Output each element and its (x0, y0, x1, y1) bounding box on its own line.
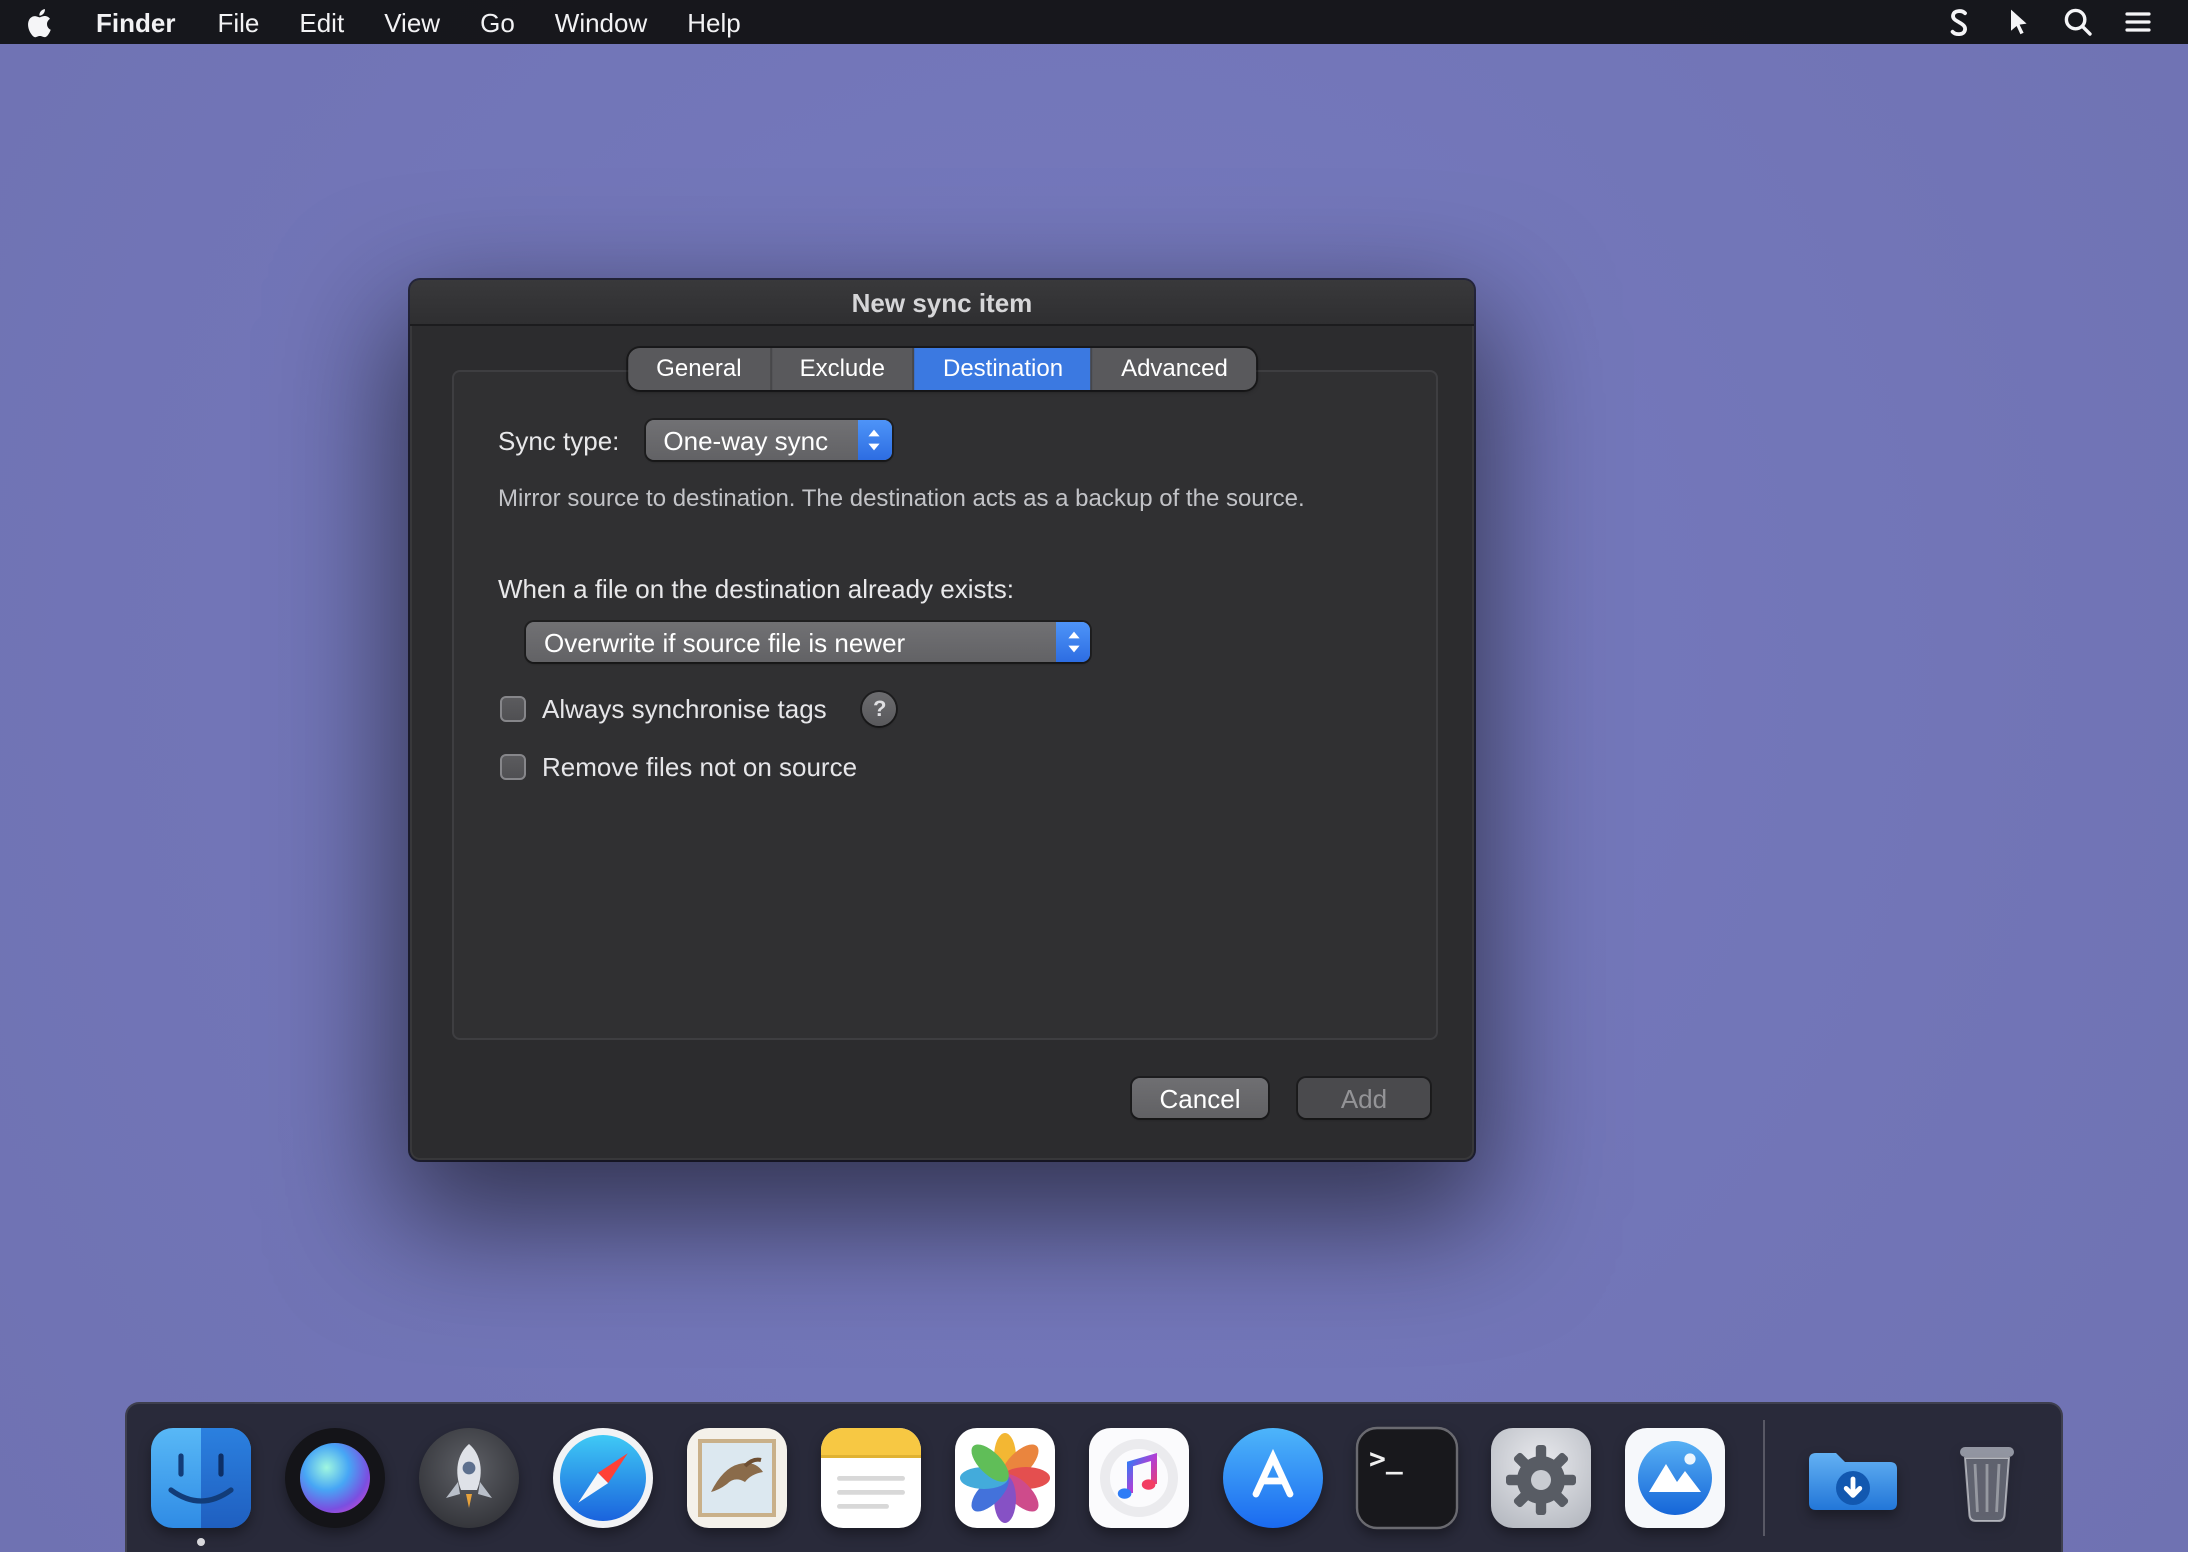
dock-system-preferences[interactable] (1489, 1426, 1593, 1530)
safari-icon (551, 1426, 655, 1530)
sync-type-popup[interactable]: One-way sync (645, 420, 891, 460)
photos-icon (953, 1426, 1057, 1530)
dock-terminal[interactable]: >_ (1355, 1426, 1459, 1530)
menu-help[interactable]: Help (667, 0, 761, 44)
sync-type-label: Sync type: (498, 425, 619, 455)
dock-safari[interactable] (551, 1426, 655, 1530)
sync-type-value: One-way sync (663, 425, 857, 455)
tab-general[interactable]: General (628, 348, 771, 390)
siri-icon (283, 1426, 387, 1530)
menu-list-icon[interactable] (2108, 0, 2168, 44)
dialog-title: New sync item (852, 287, 1033, 317)
app-store-icon (1221, 1426, 1325, 1530)
dock-mail[interactable] (685, 1426, 789, 1530)
destination-tab-panel: Sync type: One-way sync Mirror source to… (452, 370, 1438, 1040)
add-button[interactable]: Add (1298, 1078, 1430, 1118)
system-preferences-icon (1489, 1426, 1593, 1530)
new-sync-item-dialog: New sync item General Exclude Destinatio… (410, 280, 1474, 1160)
remove-files-label: Remove files not on source (542, 752, 857, 782)
help-button[interactable]: ? (863, 692, 897, 726)
spotlight-search-icon[interactable] (2048, 0, 2108, 44)
trash-icon (1935, 1426, 2039, 1530)
menu-bar: Finder File Edit View Go Window Help (0, 0, 2188, 44)
popup-stepper-icon (857, 420, 891, 460)
menu-bar-left: Finder File Edit View Go Window Help (0, 0, 761, 44)
exists-value: Overwrite if source file is newer (544, 627, 1056, 657)
exists-label: When a file on the destination already e… (498, 574, 1014, 604)
dock-downloads[interactable] (1801, 1426, 1905, 1530)
finder-icon (149, 1426, 253, 1530)
dock-divider (1763, 1420, 1765, 1536)
menu-app-name[interactable]: Finder (74, 0, 197, 44)
sync-type-description: Mirror source to destination. The destin… (498, 484, 1305, 512)
tab-bar: General Exclude Destination Advanced (628, 348, 1256, 390)
dock-notes[interactable] (819, 1426, 923, 1530)
tab-advanced[interactable]: Advanced (1093, 348, 1256, 390)
dock-app-store[interactable] (1221, 1426, 1325, 1530)
dock-finder[interactable] (149, 1426, 253, 1530)
svg-text:>_: >_ (1369, 1442, 1403, 1475)
dialog-button-row: Cancel Add (1132, 1078, 1430, 1118)
pointer-icon[interactable] (1988, 0, 2048, 44)
mail-icon (685, 1426, 789, 1530)
menu-view[interactable]: View (364, 0, 460, 44)
exists-popup[interactable]: Overwrite if source file is newer (526, 622, 1090, 662)
running-indicator (197, 1538, 205, 1546)
terminal-icon: >_ (1355, 1426, 1459, 1530)
dock-sync-app[interactable] (1623, 1426, 1727, 1530)
apple-logo-icon (26, 7, 52, 37)
remove-files-checkbox[interactable] (500, 754, 526, 780)
menu-edit[interactable]: Edit (279, 0, 364, 44)
sync-type-row: Sync type: One-way sync (498, 420, 891, 460)
cancel-button[interactable]: Cancel (1132, 1078, 1268, 1118)
s-status-icon[interactable] (1928, 0, 1988, 44)
dock-trash[interactable] (1935, 1426, 2039, 1530)
tab-destination[interactable]: Destination (915, 348, 1093, 390)
apple-menu[interactable] (0, 0, 74, 44)
menu-file[interactable]: File (197, 0, 279, 44)
downloads-folder-icon (1801, 1426, 1905, 1530)
music-icon (1087, 1426, 1191, 1530)
popup-stepper-icon (1056, 622, 1090, 662)
dock: >_ (125, 1402, 2063, 1552)
dock-photos[interactable] (953, 1426, 1057, 1530)
always-sync-tags-checkbox[interactable] (500, 696, 526, 722)
tab-exclude[interactable]: Exclude (772, 348, 915, 390)
dock-music[interactable] (1087, 1426, 1191, 1530)
dock-launchpad[interactable] (417, 1426, 521, 1530)
always-sync-tags-row: Always synchronise tags ? (500, 692, 897, 726)
remove-files-row: Remove files not on source (500, 752, 857, 782)
notes-icon (819, 1426, 923, 1530)
menu-bar-status-area (1928, 0, 2188, 44)
menu-window[interactable]: Window (535, 0, 668, 44)
sync-app-icon (1623, 1426, 1727, 1530)
launchpad-icon (417, 1426, 521, 1530)
dialog-titlebar[interactable]: New sync item (410, 280, 1474, 326)
menu-go[interactable]: Go (460, 0, 535, 44)
dock-siri[interactable] (283, 1426, 387, 1530)
always-sync-tags-label: Always synchronise tags (542, 694, 827, 724)
